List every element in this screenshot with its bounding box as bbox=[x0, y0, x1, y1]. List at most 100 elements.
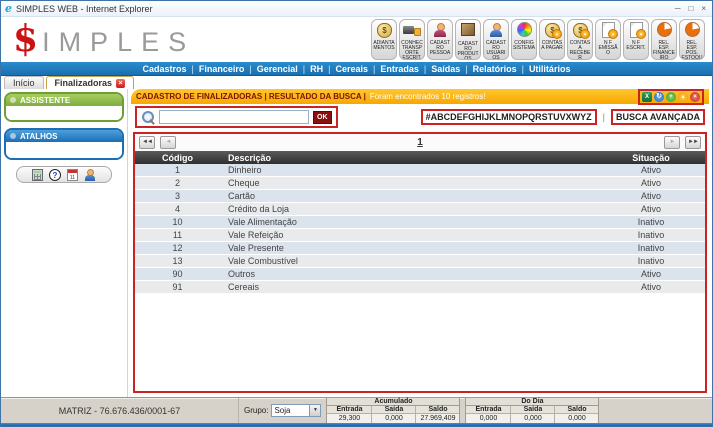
cell-descricao: Dinheiro bbox=[220, 165, 597, 175]
add-icon[interactable]: + bbox=[666, 92, 676, 102]
menu-item-rh[interactable]: RH bbox=[310, 64, 323, 74]
toolbar-config-sistema-button[interactable]: CONFIG SISTEMA bbox=[511, 19, 537, 60]
toolbar-nf-emissao-button[interactable]: N F EMISSÃO bbox=[595, 19, 621, 60]
toolbar-rel-esp-pos-estoque-button[interactable]: REL. ESP. POS. ESTOQUE bbox=[679, 19, 705, 60]
person-badge-icon bbox=[430, 22, 450, 39]
summary-col-saida: Saída bbox=[371, 406, 415, 414]
summary-col-entrada: Entrada bbox=[466, 406, 510, 414]
page-first-button[interactable]: ◄◄ bbox=[139, 136, 155, 149]
cell-situacao: Inativo bbox=[597, 217, 705, 227]
tab-label: Início bbox=[13, 78, 35, 88]
window-controls: ─ □ × bbox=[675, 3, 708, 15]
quick-access-toolbar: ADIANTA MENTOSCONHEC TRANSPORTE ESCRIT.C… bbox=[371, 19, 708, 60]
table-row[interactable]: 90OutrosAtivo bbox=[135, 268, 705, 281]
menu-item-cadastros[interactable]: Cadastros bbox=[143, 64, 187, 74]
toolbar-adiantamentos-button[interactable]: ADIANTA MENTOS bbox=[371, 19, 397, 60]
table-row[interactable]: 10Vale AlimentaçãoInativo bbox=[135, 216, 705, 229]
close-icon[interactable]: × bbox=[690, 92, 700, 102]
window-close-button[interactable]: × bbox=[701, 3, 706, 15]
column-header-codigo: Código bbox=[135, 153, 220, 163]
menu-item-saidas[interactable]: Saídas bbox=[431, 64, 460, 74]
cell-codigo: 11 bbox=[135, 230, 220, 240]
table-row[interactable]: 3CartãoAtivo bbox=[135, 190, 705, 203]
table-body: 1DinheiroAtivo2ChequeAtivo3CartãoAtivo4C… bbox=[135, 164, 705, 294]
cell-descricao: Outros bbox=[220, 269, 597, 279]
shortcut-icons-pill: ? 11 bbox=[16, 166, 112, 183]
chevron-down-icon[interactable]: ▼ bbox=[309, 405, 320, 416]
assistente-header[interactable]: ASSISTENTE bbox=[6, 94, 122, 106]
tab-finalizadoras[interactable]: Finalizadoras× bbox=[46, 76, 135, 89]
main-area: ASSISTENTE ATALHOS ?11 CADASTRO DE FINAL… bbox=[1, 89, 712, 397]
toolbar-contas-a-pagar-button[interactable]: CONTAS A PAGAR bbox=[539, 19, 565, 60]
group-select[interactable]: Soja ▼ bbox=[271, 404, 321, 417]
toolbar-button-label: CADASTRO PESSOA bbox=[428, 41, 452, 56]
collapse-icon[interactable]: ▲ bbox=[678, 92, 688, 102]
user-icon[interactable] bbox=[84, 169, 96, 181]
summary-group-do-dia: Do DiaEntradaSaídaSaldo0,0000,0000,000 bbox=[465, 397, 599, 424]
refresh-icon[interactable]: ↻ bbox=[654, 92, 664, 102]
cell-descricao: Cereais bbox=[220, 282, 597, 292]
toolbar-button-label: REL. ESP. POS. ESTOQUE bbox=[680, 41, 704, 60]
summary-value-entrada: 0,000 bbox=[466, 414, 510, 423]
table-row[interactable]: 1DinheiroAtivo bbox=[135, 164, 705, 177]
summary-value-entrada: 29,300 bbox=[327, 414, 371, 423]
toolbar-button-label: CADASTRO PRODUTOS bbox=[456, 42, 480, 60]
group-label: Grupo: bbox=[244, 406, 268, 415]
summary-group-acumulado: AcumuladoEntradaSaídaSaldo29,3000,00027.… bbox=[326, 397, 460, 424]
toolbar-button-label: N F EMISSÃO bbox=[596, 41, 620, 56]
toolbar-cadastro-produtos-button[interactable]: CADASTRO PRODUTOS bbox=[455, 19, 481, 60]
table-row[interactable]: 11Vale RefeiçãoInativo bbox=[135, 229, 705, 242]
summary-value-row: 29,3000,00027.969,409 bbox=[327, 414, 459, 423]
atalhos-header[interactable]: ATALHOS bbox=[6, 130, 122, 142]
assistente-body bbox=[6, 106, 122, 120]
table-row[interactable]: 13Vale CombustívelInativo bbox=[135, 255, 705, 268]
menu-item-financeiro[interactable]: Financeiro bbox=[199, 64, 245, 74]
help-icon[interactable]: ? bbox=[49, 169, 61, 181]
menu-item-utilitarios[interactable]: Utilitários bbox=[529, 64, 571, 74]
toolbar-cadastro-usuarios-button[interactable]: CADASTRO USUARIOS bbox=[483, 19, 509, 60]
cell-situacao: Ativo bbox=[597, 269, 705, 279]
cell-situacao: Ativo bbox=[597, 204, 705, 214]
summary-col-saldo: Saldo bbox=[415, 406, 459, 414]
menu-separator: | bbox=[192, 64, 194, 74]
tab-label: Finalizadoras bbox=[55, 78, 113, 88]
table-row[interactable]: 4Crédito da LojaAtivo bbox=[135, 203, 705, 216]
calculator-icon[interactable] bbox=[32, 169, 43, 181]
tab-close-icon[interactable]: × bbox=[116, 79, 125, 88]
calendar-icon[interactable]: 11 bbox=[67, 169, 78, 181]
atalhos-panel: ATALHOS bbox=[4, 128, 124, 160]
search-ok-button[interactable]: OK bbox=[313, 111, 332, 124]
page-next-button[interactable]: ► bbox=[664, 136, 680, 149]
toolbar-button-label: N F ESCRIT. bbox=[624, 41, 648, 51]
menu-separator: | bbox=[328, 64, 330, 74]
menu-item-entradas[interactable]: Entradas bbox=[380, 64, 419, 74]
toolbar-conhec-transporte-escrit-button[interactable]: CONHEC TRANSPORTE ESCRIT. bbox=[399, 19, 425, 60]
table-empty-space bbox=[135, 294, 705, 391]
alphabet-separator: | bbox=[603, 112, 605, 122]
menu-item-cereais[interactable]: Cereais bbox=[335, 64, 368, 74]
table-row[interactable]: 12Vale PresenteInativo bbox=[135, 242, 705, 255]
toolbar-nf-escrit-button[interactable]: N F ESCRIT. bbox=[623, 19, 649, 60]
table-row[interactable]: 91CereaisAtivo bbox=[135, 281, 705, 294]
window-maximize-button[interactable]: □ bbox=[688, 3, 693, 15]
excel-icon[interactable]: X bbox=[642, 92, 652, 102]
toolbar-cadastro-pessoa-button[interactable]: CADASTRO PESSOA bbox=[427, 19, 453, 60]
window-minimize-button[interactable]: ─ bbox=[675, 3, 681, 15]
cell-situacao: Inativo bbox=[597, 256, 705, 266]
search-input[interactable] bbox=[159, 110, 309, 124]
table-row[interactable]: 2ChequeAtivo bbox=[135, 177, 705, 190]
search-icon[interactable] bbox=[141, 110, 155, 124]
toolbar-button-label: CONFIG SISTEMA bbox=[512, 41, 536, 51]
page-last-button[interactable]: ►► bbox=[685, 136, 701, 149]
menu-item-relatorios[interactable]: Relatórios bbox=[473, 64, 517, 74]
alphabet-filter[interactable]: #ABCDEFGHIJKLMNOPQRSTUVXWYZ bbox=[421, 109, 597, 125]
page-prev-button[interactable]: ◄ bbox=[160, 136, 176, 149]
cell-situacao: Inativo bbox=[597, 243, 705, 253]
money-bag-up-icon bbox=[570, 22, 590, 39]
toolbar-rel-esp-financeiro-button[interactable]: REL. ESP. FINANCEIRO bbox=[651, 19, 677, 60]
menu-item-gerencial[interactable]: Gerencial bbox=[257, 64, 298, 74]
header-action-icons: X↻+▲× bbox=[638, 89, 704, 105]
toolbar-contas-a-receber-button[interactable]: CONTAS A RECEBER bbox=[567, 19, 593, 60]
advanced-search-button[interactable]: BUSCA AVANÇADA bbox=[611, 109, 705, 125]
tab-inicio[interactable]: Início bbox=[4, 76, 44, 89]
